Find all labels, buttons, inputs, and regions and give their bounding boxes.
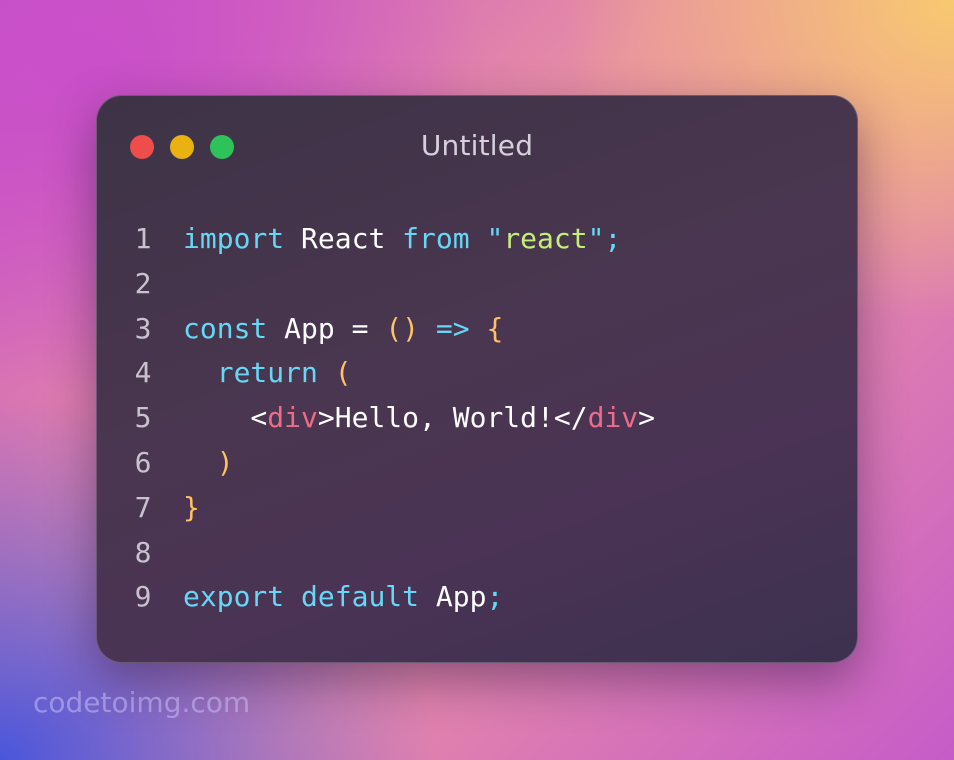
line-source: )	[183, 441, 234, 486]
code-line: 3 const App = () => {	[97, 307, 857, 352]
code-token: default	[301, 580, 420, 614]
code-line: 1 import React from "react";	[97, 217, 857, 262]
code-line: 7}	[97, 486, 857, 531]
code-line: 8	[97, 531, 857, 576]
code-token: {	[486, 311, 504, 345]
watermark: codetoimg.com	[33, 686, 251, 719]
line-number: 8	[134, 535, 152, 569]
code-token: ;	[604, 222, 622, 255]
code-line: 6 )	[97, 441, 857, 486]
line-source: }	[183, 486, 200, 531]
code-editor[interactable]: 1 import React from "react"; 2 3 const App =…	[97, 217, 857, 620]
window-title: Untitled	[420, 129, 534, 162]
line-number: 4	[134, 356, 152, 390]
code-token: "	[587, 222, 605, 255]
code-token: export	[183, 580, 285, 614]
code-window: Untitled 1 import React from "react"; 2 3 co…	[96, 95, 858, 663]
line-source: <div>Hello, World!</div>	[183, 396, 655, 441]
line-number: 6	[134, 445, 152, 479]
code-line: 2	[97, 262, 857, 307]
code-token: >Hello, World!</	[317, 401, 588, 435]
line-number: 9	[134, 580, 152, 614]
code-token: react	[503, 222, 588, 255]
line-source: export default App;	[183, 575, 503, 620]
code-token: import	[183, 222, 285, 255]
code-line: 5 <div>Hello, World!</div>	[97, 396, 857, 441]
code-token: React	[301, 222, 386, 255]
line-number: 7	[134, 490, 152, 524]
code-token: App	[435, 580, 487, 614]
code-token: }	[183, 490, 200, 524]
code-token: ()	[385, 311, 420, 345]
line-source: const App = () => {	[183, 307, 503, 352]
code-token: )	[216, 445, 234, 479]
code-token: >	[638, 401, 656, 435]
code-token: (	[334, 356, 352, 390]
code-token: from	[402, 222, 470, 255]
code-token: div	[587, 401, 639, 435]
line-number: 3	[134, 311, 152, 345]
line-source: return (	[183, 351, 352, 396]
code-token: =>	[435, 311, 470, 345]
code-token: <	[183, 401, 268, 435]
code-token: return	[216, 356, 318, 390]
code-token: ;	[486, 580, 504, 614]
code-line: 9 export default App;	[97, 575, 857, 620]
window-titlebar: Untitled	[97, 96, 857, 196]
line-number: 2	[134, 266, 152, 300]
code-token: div	[267, 401, 318, 435]
code-token: const	[183, 311, 268, 345]
line-number: 1	[134, 222, 152, 255]
line-number: 5	[134, 401, 152, 435]
code-token: "	[486, 222, 504, 255]
line-source: import React from "react";	[183, 217, 621, 262]
code-token: =	[334, 311, 386, 345]
code-line: 4 return (	[97, 351, 857, 396]
code-token: App	[284, 311, 335, 345]
